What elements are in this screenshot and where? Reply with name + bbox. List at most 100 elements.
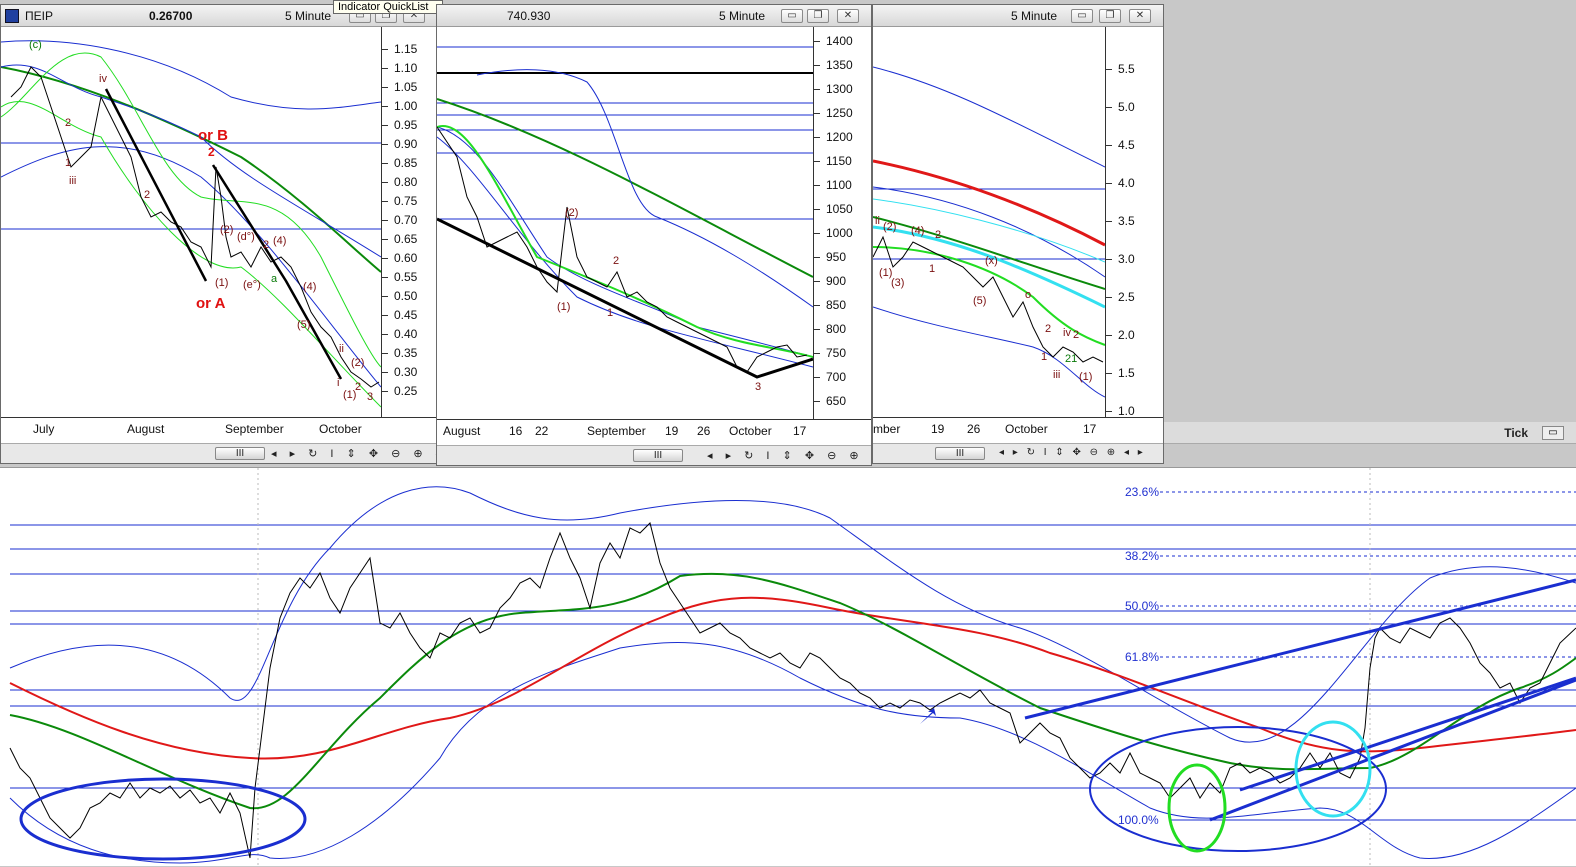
w1-ytick: 0.70 xyxy=(381,213,418,227)
w1-xtick: September xyxy=(225,422,284,436)
w2-xtick: October xyxy=(729,424,772,438)
w3-ann-1c: (1) xyxy=(1079,371,1093,383)
w1-ytick: 0.65 xyxy=(381,232,418,246)
w1-ann-2d: (2) xyxy=(351,357,365,369)
highlight-ellipse-green xyxy=(1167,763,1227,853)
window-1-scrollbar[interactable]: III ◂ ▸ ↻ I ⇕ ✥ ⊖ ⊕ ◂ ▸ xyxy=(1,443,437,463)
w1-ytick: 1.15 xyxy=(381,42,418,56)
w1-ann-e: (e°) xyxy=(243,279,261,291)
tick-minimize-button[interactable]: ▭ xyxy=(1542,426,1564,440)
w1-ytick: 0.25 xyxy=(381,384,418,398)
window-3-minimize-button[interactable]: ▭ xyxy=(1071,9,1093,23)
w2-ytick: 1050 xyxy=(814,202,853,216)
w1-ann-4b: (4) xyxy=(303,281,317,293)
window-3-maximize-button[interactable]: ❐ xyxy=(1099,9,1121,23)
w1-ann-orB: or B xyxy=(198,127,228,144)
w1-ytick: 0.60 xyxy=(381,251,418,265)
window-1-symbol: ΠΕΙΡ xyxy=(25,9,54,23)
window-3-titlebar[interactable]: 5 Minute ▭ ❐ ✕ xyxy=(873,5,1163,27)
w3-xtick: October xyxy=(1005,422,1048,436)
window-3-scrollbar[interactable]: III ◂ ▸ ↻ I ⇕ ✥ ⊖ ⊕ ◂ ▸ xyxy=(873,443,1163,463)
window-2-plot[interactable] xyxy=(437,27,813,419)
window-2-price: 740.930 xyxy=(507,9,551,23)
w1-ann-2e: 2 xyxy=(355,381,362,393)
window-2-titlebar[interactable]: 740.930 5 Minute ▭ ❐ ✕ xyxy=(437,5,871,27)
w3-ytick: 5.0 xyxy=(1106,100,1135,114)
w2-ytick: 700 xyxy=(813,370,847,384)
w1-ytick: 0.45 xyxy=(381,308,418,322)
w3-ann-2paren: (2) xyxy=(883,221,897,233)
window-3-y-axis: 5.5 5.0 4.5 4.0 3.5 3.0 2.5 2.0 1.5 1.0 xyxy=(1105,27,1163,418)
w1-ytick: 0.55 xyxy=(381,270,418,284)
w3-xtick: mber xyxy=(873,422,901,436)
window-2-scrollbar[interactable]: III ◂ ▸ ↻ I ⇕ ✥ ⊖ ⊕ ◂ ▸ xyxy=(437,445,871,465)
w3-xtick: 17 xyxy=(1083,422,1097,436)
horizontal-levels xyxy=(10,524,1576,821)
w1-ann-orA: or A xyxy=(196,295,226,312)
window-2-close-button[interactable]: ✕ xyxy=(837,9,859,23)
w3-ytick: 4.0 xyxy=(1106,176,1135,190)
fib-label-38: 38.2% xyxy=(1125,549,1160,563)
w3-ann-3paren: (3) xyxy=(891,277,905,289)
w3-ann-iii: iii xyxy=(1053,369,1061,381)
highlight-ellipse-right xyxy=(1089,726,1387,852)
window-1-toolbar[interactable]: ◂ ▸ ↻ I ⇕ ✥ ⊖ ⊕ ◂ ▸ xyxy=(271,447,437,460)
w3-ytick: 1.5 xyxy=(1106,366,1135,380)
w3-ytick: 3.0 xyxy=(1106,252,1135,266)
w2-ytick: 1400 xyxy=(814,34,853,48)
main-chart-canvas[interactable] xyxy=(0,468,1576,867)
w2-ytick: 650 xyxy=(813,394,847,408)
window-3-scroll-thumb[interactable]: III xyxy=(935,447,985,460)
w2-ytick: 1200 xyxy=(814,130,853,144)
window-2-maximize-button[interactable]: ❐ xyxy=(807,9,829,23)
w1-ytick: 0.35 xyxy=(381,346,418,360)
w2-xtick: 22 xyxy=(535,424,549,438)
window-3-close-button[interactable]: ✕ xyxy=(1129,9,1151,23)
w1-ytick: 1.00 xyxy=(381,99,418,113)
w1-xtick: August xyxy=(127,422,165,436)
w1-ann-2paren: (2) xyxy=(220,224,234,236)
window-2-y-axis: 1400 1350 1300 1250 1200 1150 1100 1050 … xyxy=(813,27,871,419)
w3-ann-1b: 1 xyxy=(1041,351,1048,363)
indicator-quicklist-tooltip[interactable]: Indicator QuickList xyxy=(333,0,443,14)
window-3-timeframe: 5 Minute xyxy=(1011,9,1058,23)
w2-ann-3: 3 xyxy=(755,381,762,393)
w1-ytick: 0.95 xyxy=(381,118,418,132)
main-chart-panel[interactable]: 23.6% 38.2% 50.0% 61.8% 100.0% xyxy=(0,467,1576,867)
window-1-x-axis: July August September October xyxy=(1,417,437,443)
w3-ytick: 1.0 xyxy=(1106,404,1135,418)
w2-ann-1paren: (1) xyxy=(557,301,571,313)
w2-xtick: 19 xyxy=(665,424,679,438)
w1-ann-2b: 2 xyxy=(144,189,151,201)
window-2-timeframe: 5 Minute xyxy=(719,9,766,23)
w3-ann-2c: 2 xyxy=(1073,329,1080,341)
w1-ann-4a: (4) xyxy=(273,235,287,247)
w1-xtick: July xyxy=(33,422,55,436)
w2-xtick: August xyxy=(443,424,481,438)
w1-ann-3: 3 xyxy=(367,391,374,403)
w1-ann-a: a xyxy=(271,273,278,285)
window-1-plot[interactable] xyxy=(1,27,381,417)
w1-ann-5: (5) xyxy=(297,319,311,331)
w1-ytick: 0.85 xyxy=(381,156,418,170)
chart-window-1[interactable]: ΠΕΙΡ 0.26700 5 Minute ▭ ❐ ✕ (c) iv 2 1 i… xyxy=(0,4,438,464)
w3-ann-4paren: (4) xyxy=(911,225,925,237)
window-1-scroll-thumb[interactable]: III xyxy=(215,447,265,460)
w3-ytick: 2.5 xyxy=(1106,290,1135,304)
w2-ytick: 800 xyxy=(813,322,847,336)
w1-ann-i: i xyxy=(337,377,340,389)
window-2-minimize-button[interactable]: ▭ xyxy=(781,9,803,23)
window-1-y-axis: 1.15 1.10 1.05 1.00 0.95 0.90 0.85 0.80 … xyxy=(381,27,437,417)
w3-ann-21: 21 xyxy=(1065,353,1078,365)
w1-xtick: October xyxy=(319,422,362,436)
fib-label-23: 23.6% xyxy=(1125,485,1160,499)
vertical-grid xyxy=(257,468,1371,867)
window-3-toolbar[interactable]: ◂ ▸ ↻ I ⇕ ✥ ⊖ ⊕ ◂ ▸ xyxy=(999,447,1146,458)
window-2-scroll-thumb[interactable]: III xyxy=(633,449,683,462)
window-2-toolbar[interactable]: ◂ ▸ ↻ I ⇕ ✥ ⊖ ⊕ ◂ ▸ xyxy=(707,449,871,462)
chart-window-3[interactable]: 5 Minute ▭ ❐ ✕ ii (2) (4) 2 1 (1) (3) (x… xyxy=(872,4,1164,464)
w1-ann-c: (c) xyxy=(29,39,42,51)
w3-ann-2b: 2 xyxy=(1045,323,1052,335)
chart-window-2[interactable]: 740.930 5 Minute ▭ ❐ ✕ (2) 2 (1) 1 3 140… xyxy=(436,4,872,466)
window-1-price: 0.26700 xyxy=(149,9,193,23)
